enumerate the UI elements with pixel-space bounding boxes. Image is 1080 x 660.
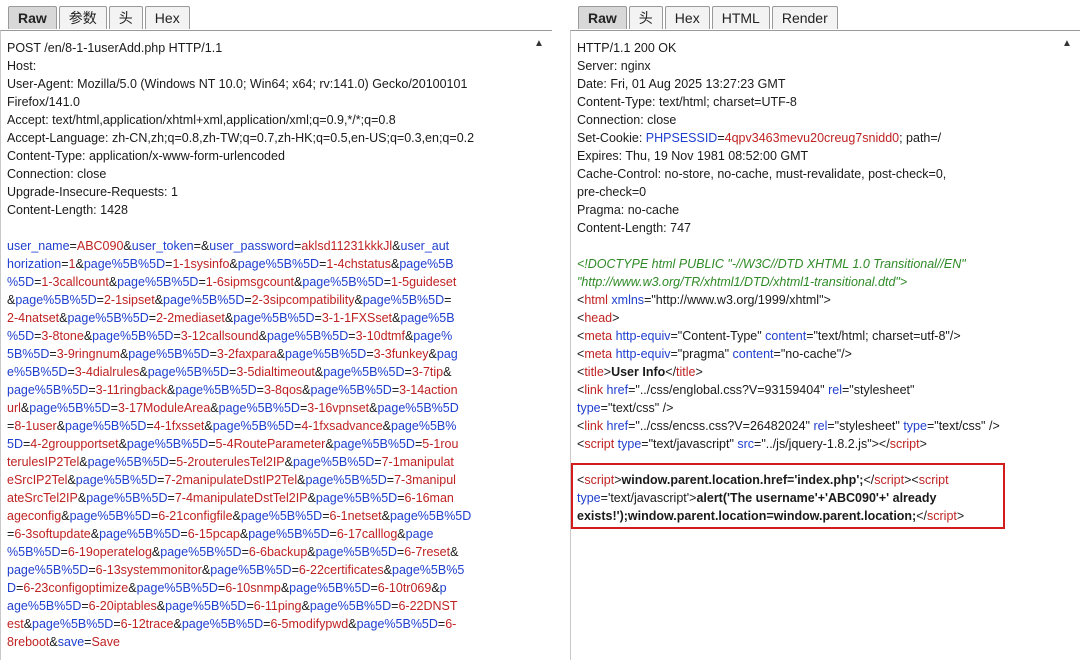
response-text[interactable]: HTTP/1.1 200 OK Server: nginx Date: Fri, 0… <box>571 39 1005 529</box>
response-html-line: type="text/css" /> <box>577 401 674 415</box>
response-header-line: pre-check=0 <box>577 185 647 199</box>
request-pane: Raw 参数头 Hex POST /en/8-1-1userAdd.php HTTP… <box>0 0 552 660</box>
request-body-line: %5D=3-8tone&page%5B%5D=3-12callsound&pag… <box>7 329 453 343</box>
response-tab-5[interactable]: Render <box>771 6 838 29</box>
response-header-line: Pragma: no-cache <box>577 203 680 217</box>
request-header-line: Content-Length: 1428 <box>7 203 128 217</box>
request-body-line: =8-1user&page%5B%5D=4-1fxsset&page%5B%5D… <box>7 419 457 433</box>
request-body-line: user_name=ABC090&user_token=&user_passwo… <box>7 239 450 253</box>
request-body-line: age%5B%5D=6-20iptables&page%5B%5D=6-11pi… <box>7 599 458 613</box>
response-pane: Raw 头 Hex HTML Render HTTP/1.1 200 OK Server:… <box>570 0 1080 660</box>
highlight-box <box>571 463 1005 529</box>
request-body-line: %5B%5D=6-19operatelog&page%5B%5D=6-6back… <box>7 545 459 559</box>
response-header-line: HTTP/1.1 200 OK <box>577 41 677 55</box>
request-body-line: eSrcIP2Tel&page%5B%5D=7-2manipulateDstIP… <box>7 473 456 487</box>
request-header-line: Connection: close <box>7 167 107 181</box>
request-header-line: Upgrade-Insecure-Requests: 1 <box>7 185 178 199</box>
request-header-line: Content-Type: application/x-www-form-url… <box>7 149 285 163</box>
response-tab-bar: Raw 头 Hex HTML Render <box>578 6 840 30</box>
response-header-line: Content-Type: text/html; charset=UTF-8 <box>577 95 797 109</box>
request-scrollbar[interactable]: ▲ <box>532 37 546 654</box>
request-body-line: &page%5B%5D=2-1sipset&page%5B%5D=2-3sipc… <box>7 293 452 307</box>
scroll-up-arrow-icon[interactable]: ▲ <box>532 37 546 51</box>
request-tab-1[interactable]: Raw <box>8 6 57 29</box>
request-body-line: 8reboot&save=Save <box>7 635 120 649</box>
request-header-line: Firefox/141.0 <box>7 95 80 109</box>
request-tab-2[interactable]: 参数 <box>58 6 107 29</box>
request-body-line: page%5B%5D=3-11ringback&page%5B%5D=3-8qo… <box>7 383 458 397</box>
request-body-line: =6-3softupdate&page%5B%5D=6-15pcap&page%… <box>7 527 434 541</box>
response-html-line: "http://www.w3.org/TR/xhtml1/DTD/xhtml1-… <box>577 275 908 289</box>
request-header-line: POST /en/8-1-1userAdd.php HTTP/1.1 <box>7 41 223 55</box>
response-html-line: <html xmlns="http://www.w3.org/1999/xhtm… <box>577 293 831 307</box>
response-html-line: <meta http-equiv="pragma" content="no-ca… <box>577 347 852 361</box>
request-text[interactable]: POST /en/8-1-1userAdd.php HTTP/1.1 Host: U… <box>7 39 474 651</box>
response-header-line: Date: Fri, 01 Aug 2025 13:27:23 GMT <box>577 77 786 91</box>
request-body-line: e%5B%5D=3-4dialrules&page%5B%5D=3-5dialt… <box>7 365 452 379</box>
response-header-line: Expires: Thu, 19 Nov 1981 08:52:00 GMT <box>577 149 809 163</box>
request-editor[interactable]: POST /en/8-1-1userAdd.php HTTP/1.1 Host: U… <box>0 30 552 660</box>
response-html-line: <!DOCTYPE html PUBLIC "-//W3C//DTD XHTML… <box>577 257 966 271</box>
request-body-line: D=6-23configoptimize&page%5B%5D=6-10snmp… <box>7 581 447 595</box>
response-html-line: <script type="text/javascript" src="../j… <box>577 437 927 451</box>
request-tab-3[interactable]: 头 <box>108 6 143 29</box>
response-html-line: <title>User Info</title> <box>577 365 703 379</box>
scroll-up-arrow-icon[interactable]: ▲ <box>1060 37 1074 51</box>
request-body-line: terulesIP2Tel&page%5B%5D=5-2routerulesTe… <box>7 455 454 469</box>
request-body-line: 5D=4-2groupportset&page%5B%5D=5-4RoutePa… <box>7 437 459 451</box>
request-header-line: Accept-Language: zh-CN,zh;q=0.8,zh-TW;q=… <box>7 131 475 145</box>
response-header-line: Connection: close <box>577 113 677 127</box>
response-tab-3[interactable]: Hex <box>664 6 710 29</box>
request-body-line: 2-4natset&page%5B%5D=2-2mediaset&page%5B… <box>7 311 455 325</box>
request-header-line: Host: <box>7 59 37 73</box>
response-scrollbar[interactable]: ▲ <box>1060 37 1074 654</box>
request-header-line: Accept: text/html,application/xhtml+xml,… <box>7 113 396 127</box>
response-html-line: <head> <box>577 311 620 325</box>
request-tab-4[interactable]: Hex <box>144 6 190 29</box>
response-html-line: <meta http-equiv="Content-Type" content=… <box>577 329 961 343</box>
request-tab-bar: Raw 参数头 Hex <box>8 6 192 30</box>
response-html-line: <link href="../css/englobal.css?V=931594… <box>577 383 915 397</box>
response-tab-2[interactable]: 头 <box>628 6 663 29</box>
response-tab-4[interactable]: HTML <box>711 6 770 29</box>
request-body-line: ateSrcTel2IP&page%5B%5D=7-4manipulateDst… <box>7 491 454 505</box>
response-header-line: Cache-Control: no-store, no-cache, must-… <box>577 167 947 181</box>
request-body-line: page%5B%5D=6-13systemmonitor&page%5B%5D=… <box>7 563 465 577</box>
response-header-line: Content-Length: 747 <box>577 221 691 235</box>
request-body-line: 5B%5D=3-9ringnum&page%5B%5D=3-2faxpara&p… <box>7 347 458 361</box>
response-html-line: <link href="../css/encss.css?V=26482024"… <box>577 419 1000 433</box>
response-header-line: Server: nginx <box>577 59 651 73</box>
request-body-line: ageconfig&page%5B%5D=6-21configfile&page… <box>7 509 472 523</box>
request-body-line: %5D=1-3callcount&page%5B%5D=1-6sipmsgcou… <box>7 275 457 289</box>
response-header-line: Set-Cookie: PHPSESSID=4qpv3463mevu20creu… <box>577 131 942 145</box>
response-tab-1[interactable]: Raw <box>578 6 627 29</box>
request-body-line: est&page%5B%5D=6-12trace&page%5B%5D=6-5m… <box>7 617 457 631</box>
request-header-line: User-Agent: Mozilla/5.0 (Windows NT 10.0… <box>7 77 468 91</box>
request-body-line: url&page%5B%5D=3-17ModuleArea&page%5B%5D… <box>7 401 459 415</box>
response-editor[interactable]: HTTP/1.1 200 OK Server: nginx Date: Fri, 0… <box>570 30 1080 660</box>
request-body-line: horization=1&page%5B%5D=1-1sysinfo&page%… <box>7 257 454 271</box>
